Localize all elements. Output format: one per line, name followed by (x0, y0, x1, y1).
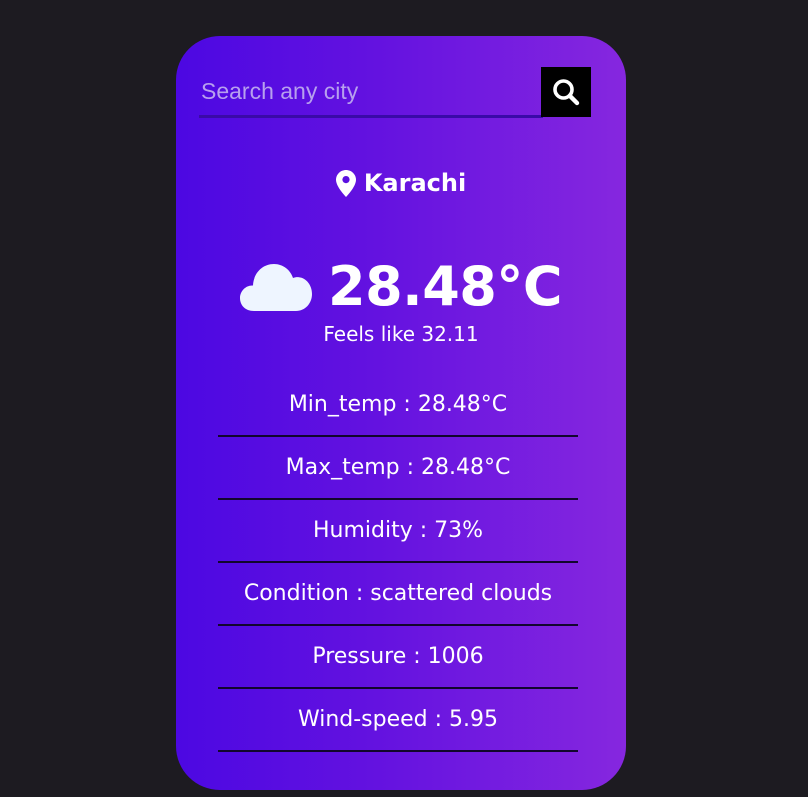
location: Karachi (176, 166, 626, 200)
map-pin-icon (335, 169, 356, 197)
condition: Condition : scattered clouds (218, 563, 578, 626)
search-input[interactable] (199, 67, 543, 118)
max-temp: Max_temp : 28.48°C (218, 437, 578, 500)
pressure: Pressure : 1006 (218, 626, 578, 689)
search-button[interactable] (541, 67, 591, 117)
temperature: 28.48°C (328, 254, 562, 318)
search-icon (553, 79, 580, 106)
cloud-icon (240, 264, 313, 311)
wind-speed: Wind-speed : 5.95 (218, 689, 578, 752)
feels-like: Feels like 32.11 (323, 322, 479, 346)
weather-card: Karachi 28.48°C Feels like 32.11 Min_tem… (176, 36, 626, 790)
min-temp: Min_temp : 28.48°C (218, 374, 578, 437)
humidity: Humidity : 73% (218, 500, 578, 563)
city-name: Karachi (363, 169, 467, 197)
weather-details: Min_temp : 28.48°C Max_temp : 28.48°C Hu… (218, 374, 578, 752)
search-bar (199, 67, 591, 118)
current-weather: 28.48°C (176, 250, 626, 322)
